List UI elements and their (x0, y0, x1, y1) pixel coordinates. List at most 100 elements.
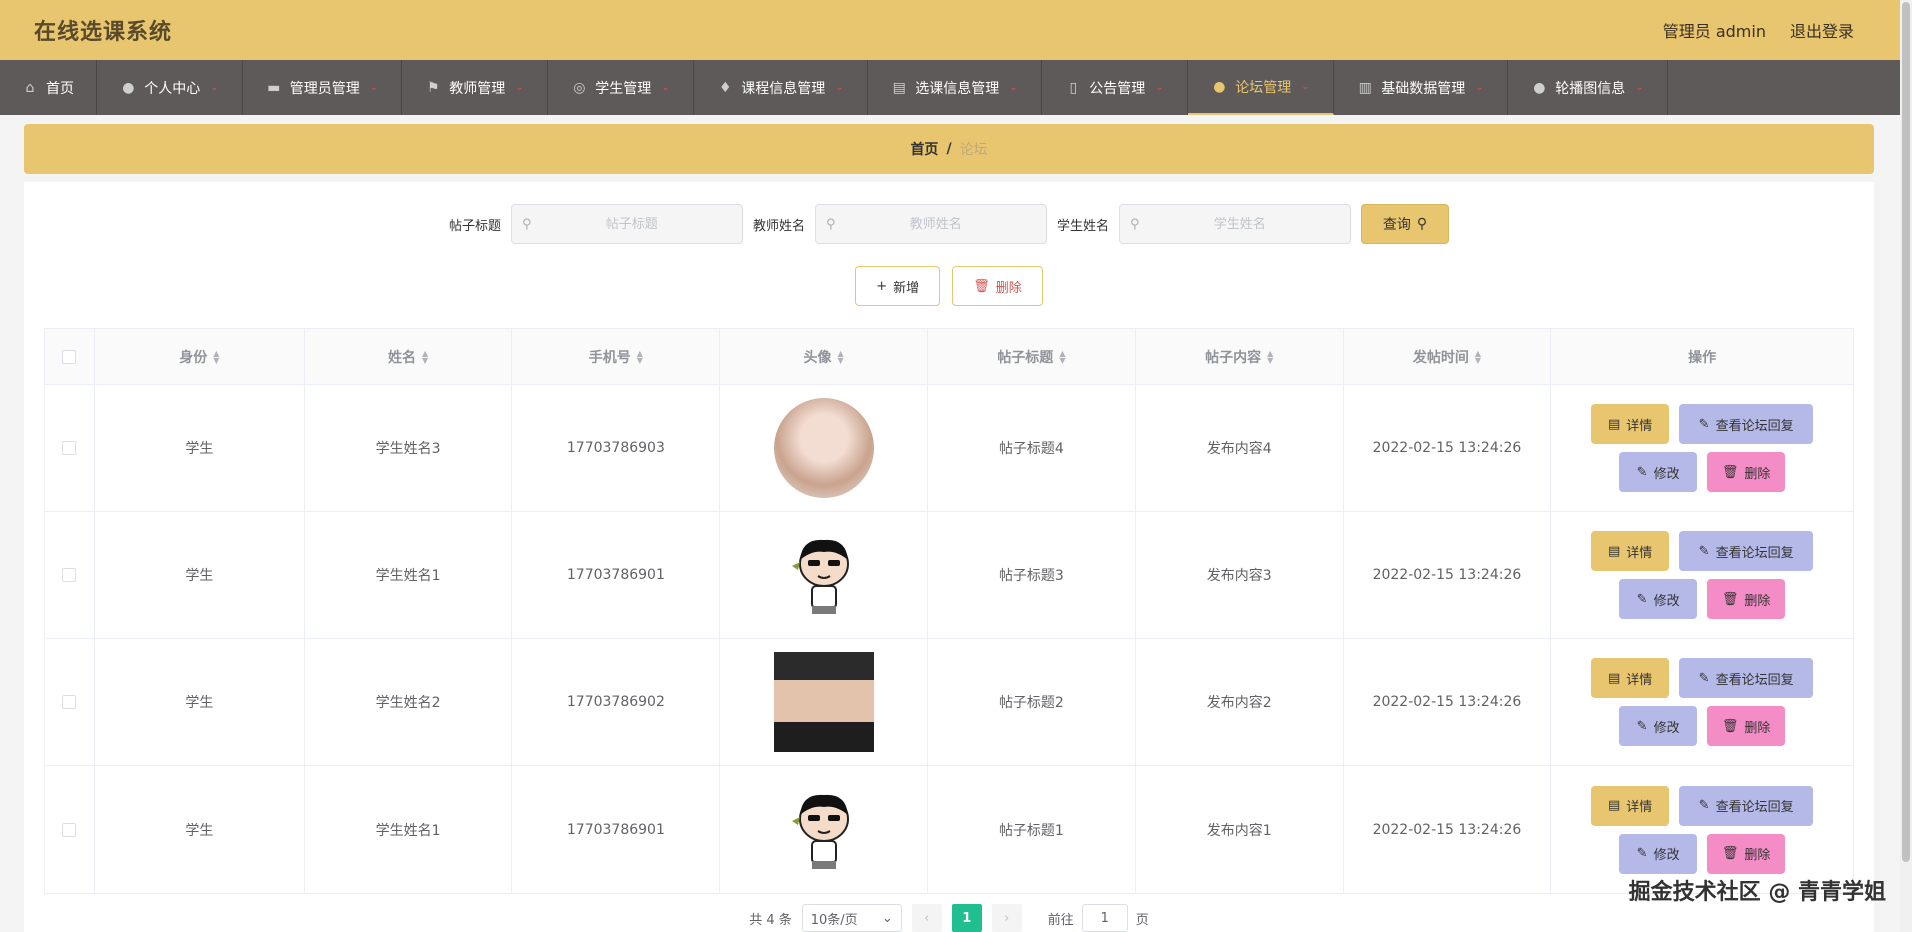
nav-item-7[interactable]: ▯ 公告管理 ⌄ (1042, 60, 1188, 115)
header-post-title[interactable]: 帖子标题 ▲ ▼ (928, 329, 1136, 384)
scrollbar-thumb[interactable] (1902, 2, 1910, 862)
chevron-down-icon: ⌄ (515, 82, 524, 93)
delete-button[interactable]: 🗑 删除 (1707, 452, 1786, 492)
document-icon: ▤ (1607, 798, 1621, 813)
cell-identity: 学生 (95, 385, 305, 511)
query-button[interactable]: 查询 ⚲ (1361, 204, 1450, 244)
row-checkbox[interactable] (62, 822, 77, 837)
avatar (774, 525, 874, 625)
detail-button[interactable]: ▤ 详情 (1591, 531, 1670, 571)
page-number-button[interactable]: 1 (951, 904, 982, 932)
student-name-field[interactable]: ⚲ (1119, 204, 1352, 244)
sort-icon[interactable]: ▲ ▼ (1267, 349, 1273, 364)
breadcrumb-home[interactable]: 首页 (910, 139, 938, 159)
cell-post-time: 2022-02-15 13:24:26 (1344, 512, 1552, 638)
view-replies-label: 查看论坛回复 (1715, 418, 1794, 434)
nav-item-4[interactable]: ◎ 学生管理 ⌄ (548, 60, 694, 115)
student-name-input[interactable] (1139, 216, 1341, 232)
header-post-time-label: 发帖时间 (1412, 349, 1469, 366)
trash-icon: 🗑 (1721, 718, 1739, 734)
chevron-down-icon: ⌄ (1155, 82, 1164, 93)
cell-name: 学生姓名3 (305, 385, 513, 511)
delete-button[interactable]: 🗑 删除 (1707, 706, 1786, 746)
plus-icon: + (876, 278, 888, 294)
cartoon-avatar-icon (791, 794, 849, 869)
nav-item-3[interactable]: ⚑ 教师管理 ⌄ (402, 60, 548, 115)
nav-item-6[interactable]: ▤ 选课信息管理 ⌄ (868, 60, 1042, 115)
trash-icon: 🗑 (1721, 464, 1739, 480)
header-phone[interactable]: 手机号 ▲ ▼ (512, 329, 721, 384)
view-replies-button[interactable]: ✎ 查看论坛回复 (1679, 658, 1814, 698)
detail-button[interactable]: ▤ 详情 (1591, 404, 1670, 444)
header-identity-label: 身份 (179, 349, 208, 366)
delete-button[interactable]: 🗑 删除 (1707, 833, 1786, 874)
header-post-content[interactable]: 帖子内容 ▲ ▼ (1136, 329, 1344, 384)
teacher-name-input[interactable] (835, 216, 1036, 232)
nav-item-9[interactable]: ▥ 基础数据管理 ⌄ (1334, 60, 1508, 115)
nav-item-10[interactable]: ● 轮播图信息 ⌄ (1508, 60, 1668, 115)
vertical-scrollbar[interactable] (1900, 0, 1912, 932)
chart-icon: ▤ (892, 79, 906, 96)
header-ops-label: 操作 (1688, 349, 1717, 366)
edit-button[interactable]: ✎ 修改 (1619, 706, 1698, 746)
cell-post-content: 发布内容4 (1136, 385, 1344, 511)
user-label: 管理员 admin (1662, 22, 1766, 41)
id-card-icon: ▬ (267, 79, 281, 96)
edit-button[interactable]: ✎ 修改 (1619, 452, 1698, 492)
sort-icon[interactable]: ▲ ▼ (1059, 349, 1065, 364)
row-checkbox[interactable] (62, 695, 77, 709)
prev-page-button[interactable]: ‹ (911, 904, 942, 932)
sort-icon[interactable]: ▲ ▼ (422, 349, 428, 364)
main-nav: ⌂ 首页 ● 个人中心 ⌄ ▬ 管理员管理 ⌄ ⚑ 教师管理 ⌄ ◎ 学生管理 ⌄ ♦ 课程信息管理 ⌄ ▤ 选课信… (0, 60, 1900, 115)
view-replies-button[interactable]: ✎ 查看论坛回复 (1679, 531, 1814, 571)
cell-phone: 17703786902 (512, 639, 721, 765)
header-ops: 操作 (1551, 329, 1853, 384)
detail-button[interactable]: ▤ 详情 (1591, 658, 1670, 698)
edit-button[interactable]: ✎ 修改 (1619, 833, 1698, 874)
goto-page-input[interactable]: 1 (1081, 904, 1128, 932)
delete-button[interactable]: 🗑 删除 (1707, 579, 1786, 619)
edit-label: 修改 (1653, 466, 1680, 482)
header-post-time[interactable]: 发帖时间 ▲ ▼ (1344, 329, 1552, 384)
select-all-checkbox[interactable] (62, 349, 77, 364)
page-size-select[interactable]: 10条/页 ⌄ (801, 904, 902, 932)
view-replies-button[interactable]: ✎ 查看论坛回复 (1679, 785, 1814, 826)
row-checkbox[interactable] (62, 441, 77, 455)
nav-item-8[interactable]: ● 论坛管理 ⌄ (1188, 60, 1334, 115)
edit-button[interactable]: ✎ 修改 (1619, 579, 1698, 619)
post-title-field[interactable]: ⚲ (510, 204, 743, 244)
add-button[interactable]: + 新增 (855, 266, 941, 306)
cell-ops: ▤ 详情 ✎ 查看论坛回复 ✎ 修改 🗑 删除 (1551, 639, 1853, 765)
nav-item-0[interactable]: ⌂ 首页 (0, 60, 97, 115)
sort-icon[interactable]: ▲ ▼ (838, 349, 844, 364)
document-icon: ▤ (1607, 543, 1621, 559)
cell-name: 学生姓名2 (305, 639, 513, 765)
nav-item-2[interactable]: ▬ 管理员管理 ⌄ (243, 60, 402, 115)
teacher-name-field[interactable]: ⚲ (815, 204, 1047, 244)
view-replies-button[interactable]: ✎ 查看论坛回复 (1679, 404, 1814, 444)
row-actions-top: ▤ 详情 ✎ 查看论坛回复 (1591, 531, 1814, 571)
detail-button[interactable]: ▤ 详情 (1591, 785, 1670, 826)
logout-link[interactable]: 退出登录 (1790, 18, 1854, 42)
mic-icon: ♦ (719, 79, 732, 96)
table-body: 学生 学生姓名3 17703786903 帖子标题4 发布内容4 2022-02-15 1… (45, 385, 1853, 893)
nav-item-label: 公告管理 (1089, 80, 1146, 97)
row-checkbox-cell (45, 385, 95, 511)
nav-item-5[interactable]: ♦ 课程信息管理 ⌄ (694, 60, 868, 115)
post-title-input[interactable] (531, 216, 732, 232)
nav-item-1[interactable]: ● 个人中心 ⌄ (97, 60, 243, 115)
row-checkbox[interactable] (62, 568, 77, 582)
header-avatar[interactable]: 头像 ▲ ▼ (720, 329, 929, 384)
header-name[interactable]: 姓名 ▲ ▼ (305, 329, 513, 384)
header-identity[interactable]: 身份 ▲ ▼ (95, 329, 305, 384)
next-page-button[interactable]: › (991, 904, 1022, 932)
table-row: 学生 学生姓名1 17703786901 帖子标题3 发布内容3 2022-02-15 1… (45, 512, 1853, 639)
detail-label: 详情 (1626, 545, 1653, 561)
detail-label: 详情 (1626, 672, 1653, 688)
detail-label: 详情 (1626, 418, 1653, 434)
cell-post-time: 2022-02-15 13:24:26 (1344, 385, 1552, 511)
batch-delete-button[interactable]: 🗑 删除 (952, 266, 1043, 306)
sort-icon[interactable]: ▲ ▼ (637, 349, 643, 364)
sort-icon[interactable]: ▲ ▼ (213, 349, 219, 364)
sort-icon[interactable]: ▲ ▼ (1475, 349, 1481, 364)
